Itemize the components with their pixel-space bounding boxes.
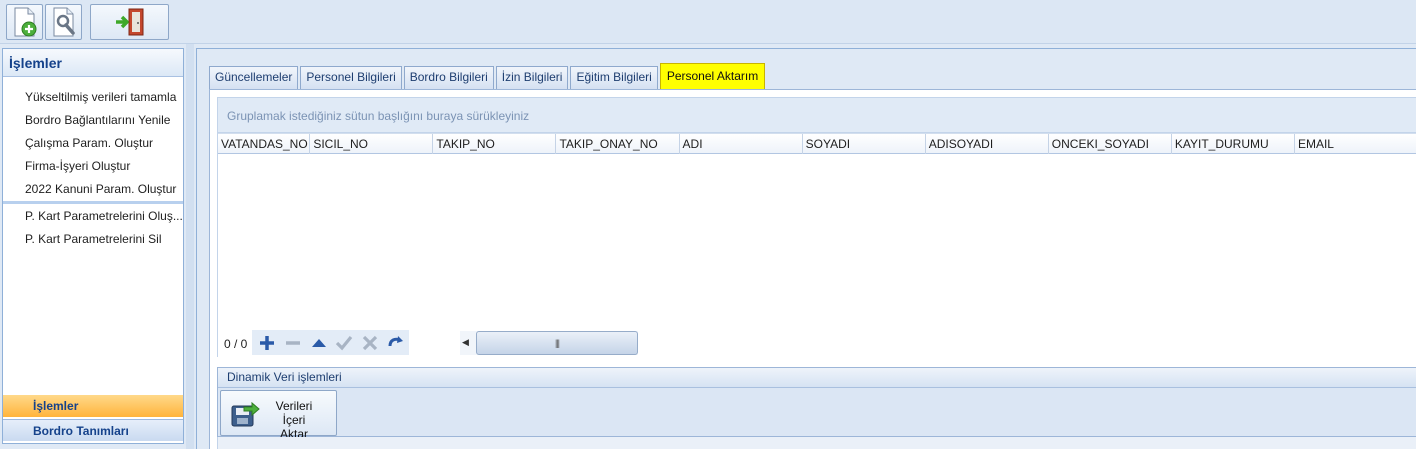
record-count: 0 / 0 (224, 337, 248, 351)
column-header-soyadi[interactable]: SOYADI (803, 134, 926, 154)
sidebar-group-islemler[interactable]: İşlemler (3, 395, 183, 417)
sidebar-item-create-card-params[interactable]: P. Kart Parametrelerini Oluş... (3, 205, 183, 228)
sidebar-divider (3, 201, 183, 204)
tab-content: Gruplamak istediğiniz sütun başlığını bu… (209, 89, 1416, 449)
import-data-button[interactable]: Verileri İçeri Aktar (220, 390, 337, 441)
document-wrench-icon (53, 7, 75, 37)
dynamic-panel-title: Dinamik Veri işlemleri (218, 368, 1416, 388)
import-data-label: Verileri İçeri Aktar (265, 399, 323, 441)
sidebar-item-refresh-payroll-links[interactable]: Bordro Bağlantılarını Yenile (3, 109, 183, 132)
sidebar-item-complete-upgraded-data[interactable]: Yükseltilmiş verileri tamamla (3, 86, 183, 109)
group-hint: Gruplamak istediğiniz sütun başlığını bu… (227, 109, 530, 123)
data-grid[interactable]: VATANDAS_NO SICIL_NO TAKIP_NO TAKIP_ONAY… (217, 133, 1416, 329)
tab-personel-aktarim[interactable]: Personel Aktarım (659, 63, 766, 89)
new-document-button[interactable] (6, 4, 43, 40)
column-header-email[interactable]: EMAIL (1295, 134, 1416, 154)
exit-button[interactable] (90, 4, 169, 40)
dynamic-data-panel: Dinamik Veri işlemleri Verileri İçeri Ak… (217, 367, 1416, 441)
tab-personel-bilgileri[interactable]: Personel Bilgileri (300, 66, 402, 89)
document-add-icon (14, 7, 36, 37)
tab-izin-bilgileri[interactable]: İzin Bilgileri (495, 66, 569, 89)
column-header-takip-no[interactable]: TAKIP_NO (433, 134, 557, 154)
add-icon[interactable] (254, 332, 280, 354)
sidebar: İşlemler Yükseltilmiş verileri tamamla B… (2, 48, 184, 444)
scroll-thumb[interactable]: ||| (476, 331, 638, 355)
main-panel: Güncellemeler Personel Bilgileri Bordro … (196, 48, 1416, 449)
tab-egitim-bilgileri[interactable]: Eğitim Bilgileri (570, 66, 658, 89)
navigator-buttons (252, 330, 409, 355)
sidebar-item-delete-card-params[interactable]: P. Kart Parametrelerini Sil (3, 228, 183, 251)
refresh-icon[interactable] (383, 332, 409, 354)
save-import-icon (231, 401, 260, 427)
column-header-adisoyadi[interactable]: ADISOYADI (926, 134, 1049, 154)
tab-bordro-bilgileri[interactable]: Bordro Bilgileri (403, 66, 494, 89)
grid-navigator: 0 / 0 ◀ ||| (217, 329, 1416, 357)
remove-icon[interactable] (280, 332, 306, 354)
cancel-icon[interactable] (357, 332, 383, 354)
tab-guncellemeler[interactable]: Güncellemeler (209, 66, 299, 89)
tab-strip: Güncellemeler Personel Bilgileri Bordro … (209, 63, 767, 89)
group-panel[interactable]: Gruplamak istediğiniz sütun başlığını bu… (217, 97, 1416, 133)
horizontal-scrollbar[interactable]: ◀ ||| (460, 331, 638, 355)
sidebar-item-create-2022-legal-params[interactable]: 2022 Kanuni Param. Oluştur (3, 178, 183, 201)
sidebar-list: Yükseltilmiş verileri tamamla Bordro Bağ… (3, 77, 183, 251)
sidebar-group-bordro-tanimlari[interactable]: Bordro Tanımları (3, 419, 183, 441)
bottom-strip (217, 437, 1416, 449)
scroll-left-icon[interactable]: ◀ (462, 337, 469, 348)
main-toolbar (0, 0, 1416, 44)
sidebar-title: İşlemler (3, 49, 183, 77)
check-icon[interactable] (331, 332, 357, 354)
column-header-vatandas-no[interactable]: VATANDAS_NO (218, 134, 311, 154)
column-header-sicil-no[interactable]: SICIL_NO (310, 134, 434, 154)
column-header-kayit-durumu[interactable]: KAYIT_DURUMU (1172, 134, 1295, 154)
import-label-line1: Verileri İçeri (275, 399, 313, 427)
column-header-adi[interactable]: ADI (680, 134, 803, 154)
up-icon[interactable] (306, 332, 332, 354)
panel-splitter[interactable] (186, 44, 194, 449)
settings-document-button[interactable] (45, 4, 82, 40)
column-header-onceki-soyadi[interactable]: ONCEKI_SOYADI (1049, 134, 1172, 154)
column-header-takip-onay-no[interactable]: TAKIP_ONAY_NO (556, 134, 680, 154)
exit-door-icon (115, 8, 143, 36)
sidebar-item-create-company-workplace[interactable]: Firma-İşyeri Oluştur (3, 155, 183, 178)
sidebar-item-create-work-params[interactable]: Çalışma Param. Oluştur (3, 132, 183, 155)
grid-header: VATANDAS_NO SICIL_NO TAKIP_NO TAKIP_ONAY… (218, 133, 1416, 154)
